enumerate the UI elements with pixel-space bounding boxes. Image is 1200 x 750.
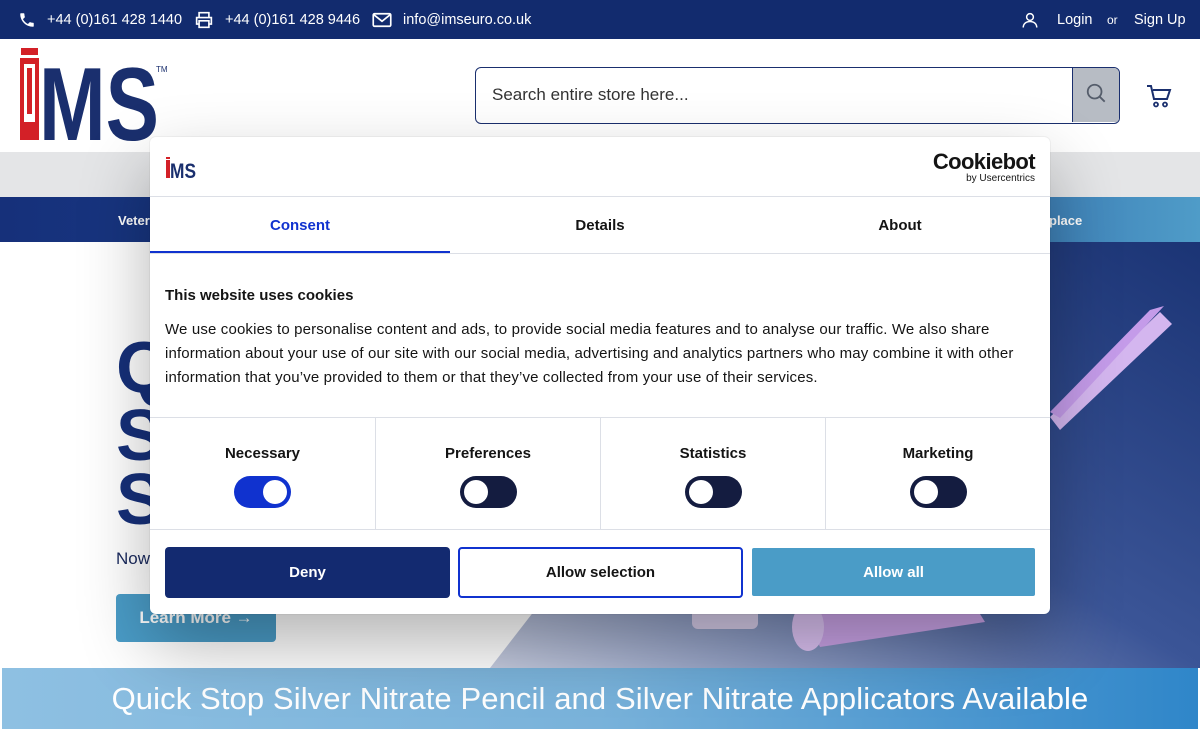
active-tab-indicator (150, 251, 450, 253)
pref-preferences: Preferences (375, 418, 600, 530)
svg-text:MS: MS (170, 160, 196, 179)
marketing-toggle[interactable] (910, 476, 967, 508)
phone-link[interactable]: +44 (0)161 428 1440 (18, 0, 182, 39)
dialog-tabs: Consent Details About (150, 197, 1050, 254)
top-contact-bar: +44 (0)161 428 1440 +44 (0)161 428 9446 … (0, 0, 1200, 39)
nav-item-veterinary[interactable]: Veter (118, 213, 150, 228)
pref-label: Necessary (224, 445, 301, 462)
search-box (475, 67, 1120, 124)
cookiebot-subtitle: by Usercentrics (966, 173, 1035, 184)
dialog-description: We use cookies to personalise content an… (165, 321, 1014, 386)
necessary-toggle[interactable] (234, 476, 291, 508)
fax-number: +44 (0)161 428 9446 (225, 11, 361, 28)
cart-icon[interactable] (1146, 84, 1172, 113)
deny-button[interactable]: Deny (165, 547, 450, 598)
cookiebot-logo[interactable]: Cookiebot by Usercentrics (932, 149, 1036, 184)
promo-banner[interactable]: Quick Stop Silver Nitrate Pencil and Sil… (2, 668, 1198, 729)
search-icon (1085, 82, 1107, 109)
user-icon[interactable] (1021, 0, 1039, 39)
pref-label: Statistics (679, 445, 747, 462)
email-link[interactable]: info@imseuro.co.uk (372, 0, 531, 39)
mail-icon (372, 12, 392, 28)
search-button[interactable] (1072, 68, 1119, 122)
tab-details[interactable]: Details (450, 197, 750, 253)
tab-consent[interactable]: Consent (150, 197, 450, 253)
search-input[interactable] (476, 68, 1073, 122)
svg-text:TM: TM (156, 65, 168, 74)
or-separator: or (1107, 12, 1118, 27)
signup-link[interactable]: Sign Up (1134, 0, 1186, 39)
pref-marketing: Marketing (825, 418, 1050, 530)
tab-about[interactable]: About (750, 197, 1050, 253)
pref-statistics: Statistics (600, 418, 825, 530)
ims-small-logo: MS (165, 157, 199, 184)
dialog-header: MS Cookiebot by Usercentrics (150, 137, 1050, 197)
svg-text:MS: MS (39, 48, 159, 144)
dialog-heading: This website uses cookies (165, 287, 354, 304)
cookiebot-title: Cookiebot (932, 149, 1036, 174)
nav-item-marketplace[interactable]: place (1049, 213, 1082, 228)
site-header: MS TM (0, 39, 1200, 163)
pref-label: Preferences (445, 445, 531, 462)
cookie-preferences: Necessary Preferences Statistics Marketi… (150, 417, 1050, 530)
phone-icon (18, 11, 36, 29)
login-link[interactable]: Login (1057, 0, 1092, 39)
email-address: info@imseuro.co.uk (403, 11, 532, 28)
preferences-toggle[interactable] (460, 476, 517, 508)
hero-subtext: Now (116, 549, 151, 568)
pref-necessary: Necessary (150, 418, 375, 530)
allow-selection-button[interactable]: Allow selection (458, 547, 743, 598)
ims-logo[interactable]: MS TM (18, 47, 168, 163)
fax-link[interactable]: +44 (0)161 428 9446 (194, 0, 360, 39)
statistics-toggle[interactable] (685, 476, 742, 508)
cookie-consent-dialog: MS Cookiebot by Usercentrics Consent Det… (150, 137, 1050, 614)
pref-label: Marketing (902, 445, 974, 462)
allow-all-button[interactable]: Allow all (752, 548, 1035, 596)
printer-icon (194, 11, 214, 29)
dialog-body: This website uses cookies We use cookies… (165, 287, 1035, 390)
phone-number: +44 (0)161 428 1440 (47, 11, 183, 28)
